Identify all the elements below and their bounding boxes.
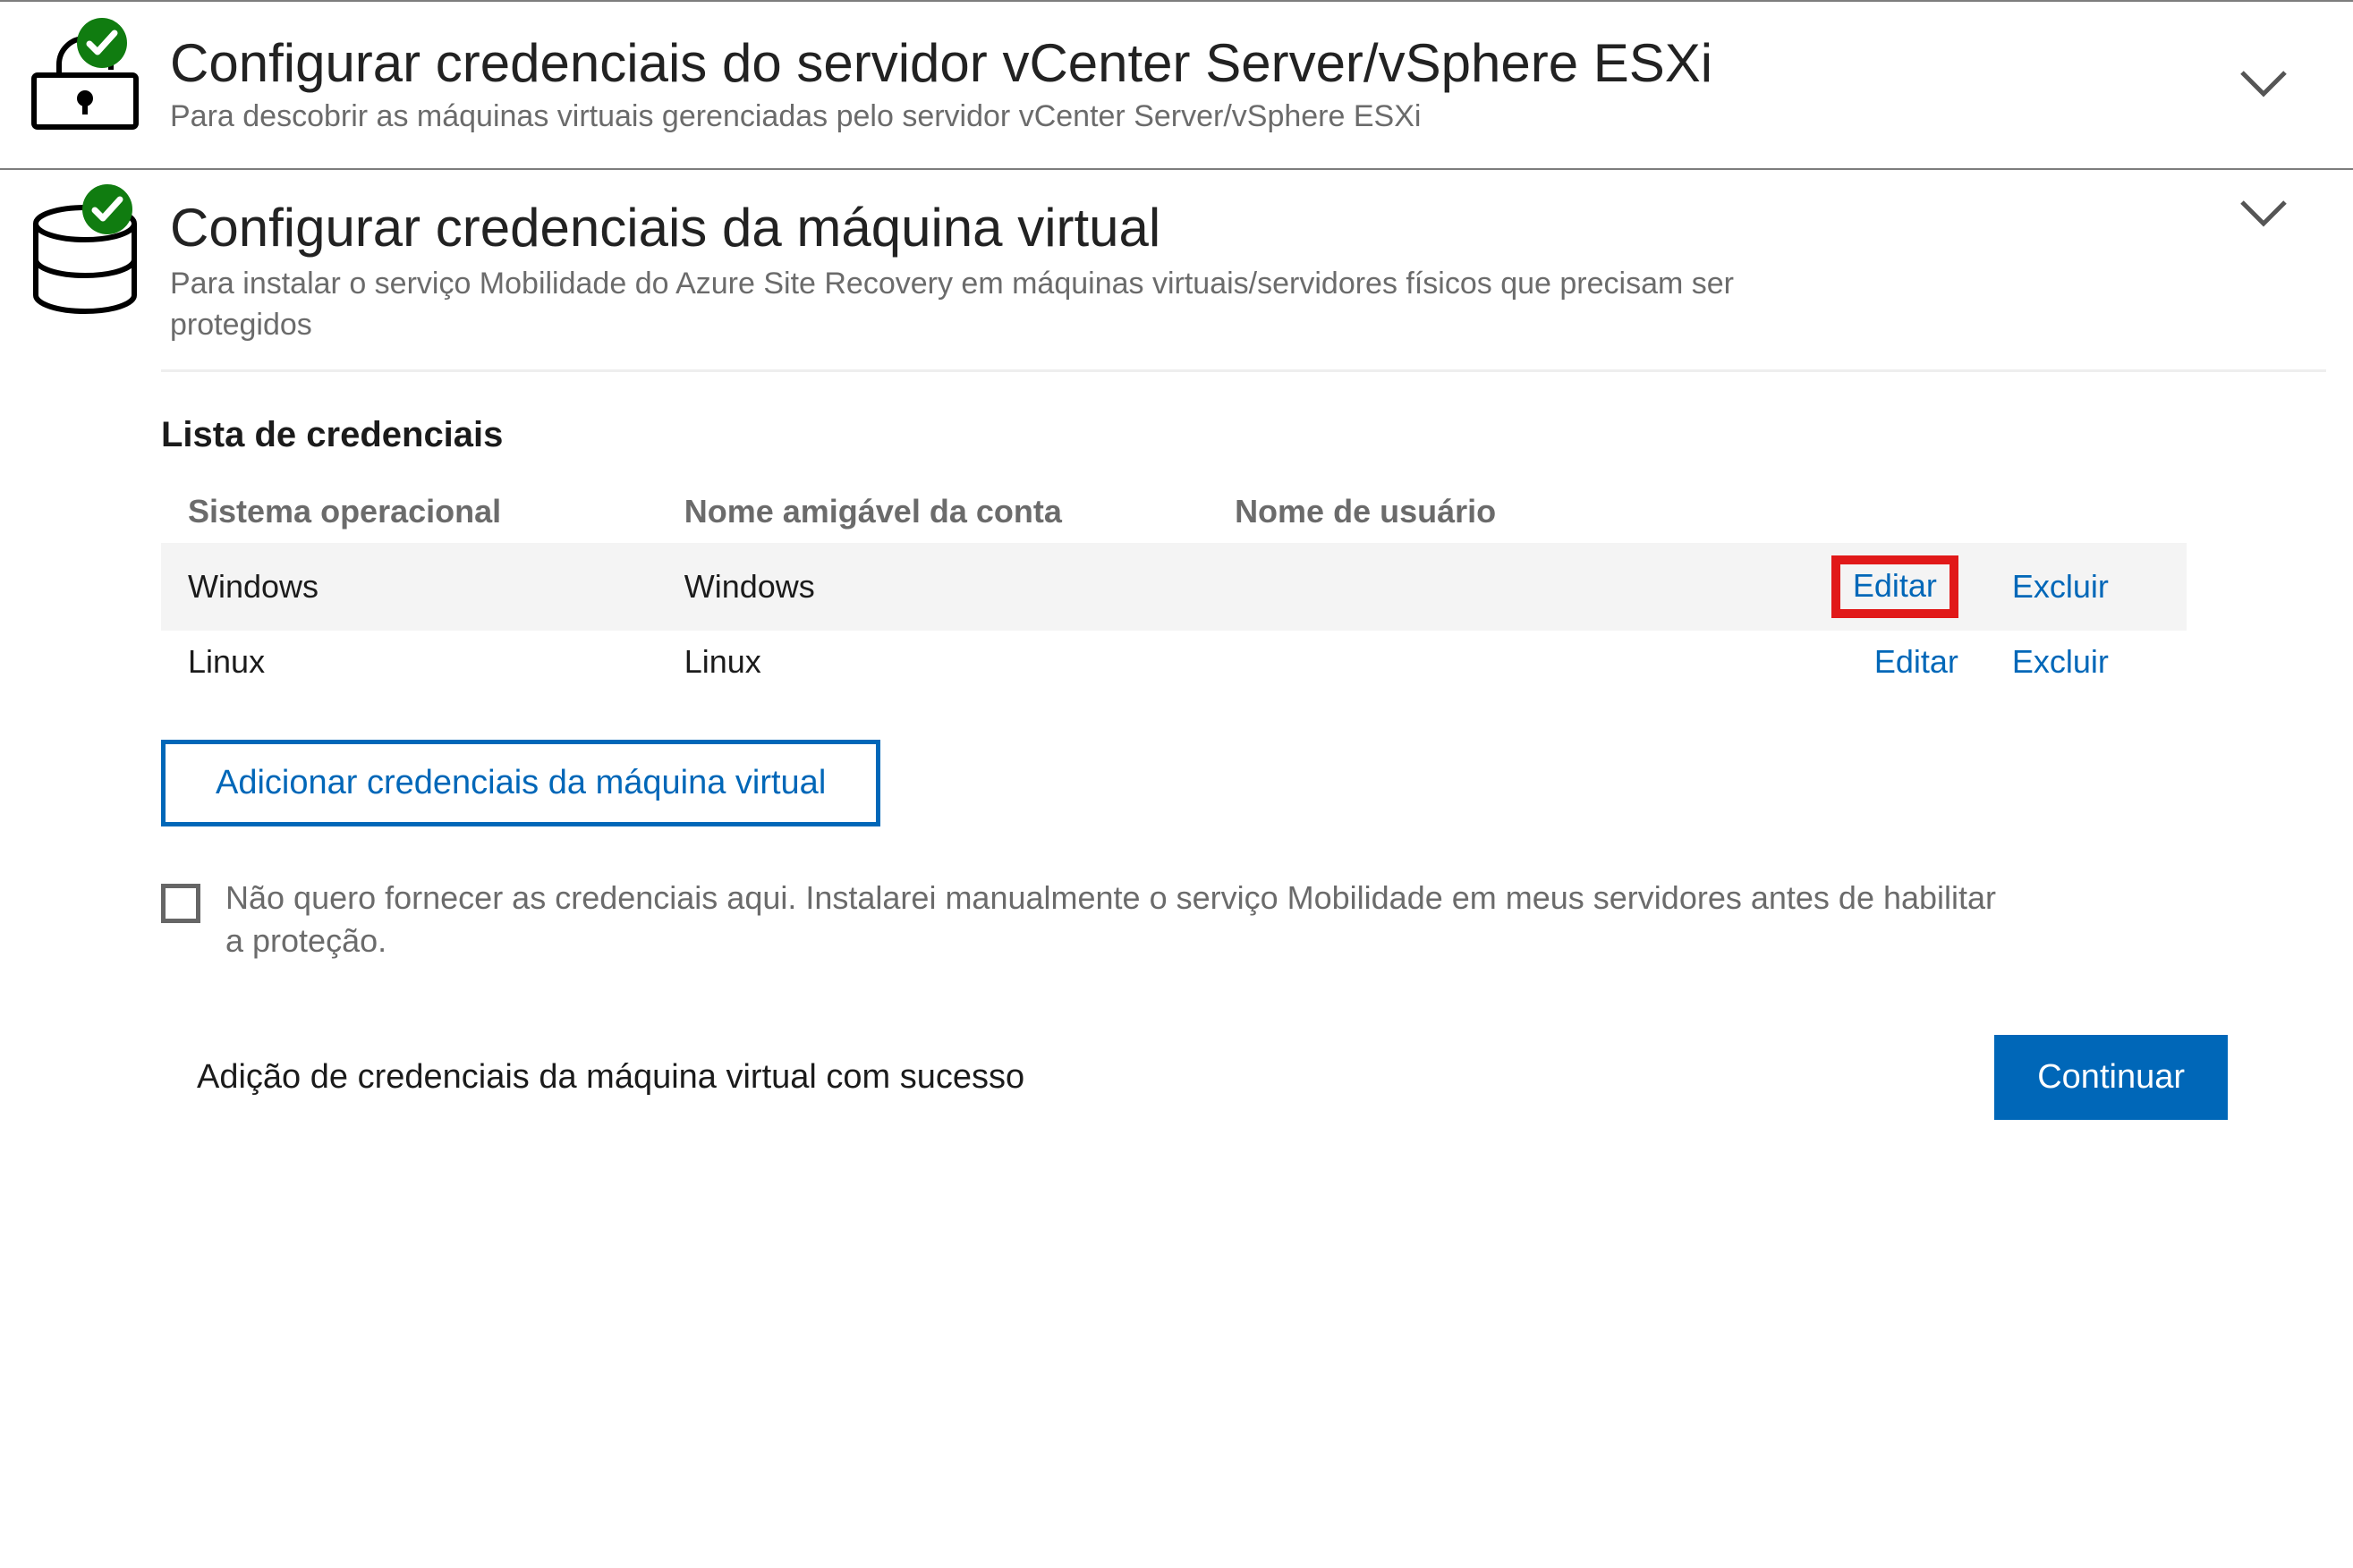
- delete-link[interactable]: Excluir: [2012, 568, 2109, 605]
- cell-os: Linux: [161, 631, 658, 693]
- section1-subtitle: Para descobrir as máquinas virtuais gere…: [170, 99, 2201, 134]
- table-row: Windows Windows Editar Excluir: [161, 543, 2187, 631]
- credentials-list-title: Lista de credenciais: [161, 415, 2228, 455]
- skip-credentials-label: Não quero fornecer as credenciais aqui. …: [225, 877, 2004, 963]
- section-vcenter-credentials[interactable]: Configurar credenciais do servidor vCent…: [0, 2, 2353, 168]
- section2-subtitle: Para instalar o serviço Mobilidade do Az…: [170, 264, 1870, 346]
- col-username: Nome de usuário: [1208, 480, 1765, 543]
- table-row: Linux Linux Editar Excluir: [161, 631, 2187, 693]
- edit-link[interactable]: Editar: [1874, 643, 1958, 680]
- lock-icon: [27, 34, 170, 132]
- skip-credentials-checkbox[interactable]: [161, 884, 200, 923]
- add-vm-credentials-button[interactable]: Adicionar credenciais da máquina virtual: [161, 740, 880, 826]
- chevron-down-icon[interactable]: [2201, 197, 2326, 229]
- success-check-icon: [82, 184, 132, 239]
- cell-username: [1208, 543, 1765, 631]
- cell-friendly: Windows: [658, 543, 1208, 631]
- status-message: Adição de credenciais da máquina virtual…: [197, 1058, 1024, 1097]
- success-check-icon: [77, 18, 127, 72]
- delete-link[interactable]: Excluir: [2012, 643, 2109, 680]
- edit-link-highlighted[interactable]: Editar: [1831, 555, 1958, 618]
- edit-link[interactable]: Editar: [1853, 567, 1937, 604]
- section1-title: Configurar credenciais do servidor vCent…: [170, 32, 2201, 94]
- cell-friendly: Linux: [658, 631, 1208, 693]
- cell-username: [1208, 631, 1765, 693]
- col-os: Sistema operacional: [161, 480, 658, 543]
- section2-title: Configurar credenciais da máquina virtua…: [170, 197, 2201, 259]
- col-friendly: Nome amigável da conta: [658, 480, 1208, 543]
- section-vm-credentials[interactable]: Configurar credenciais da máquina virtua…: [0, 170, 2353, 369]
- continue-button[interactable]: Continuar: [1994, 1035, 2228, 1120]
- database-icon: [27, 197, 170, 318]
- cell-os: Windows: [161, 543, 658, 631]
- chevron-down-icon[interactable]: [2201, 67, 2326, 99]
- credentials-table: Sistema operacional Nome amigável da con…: [161, 480, 2187, 693]
